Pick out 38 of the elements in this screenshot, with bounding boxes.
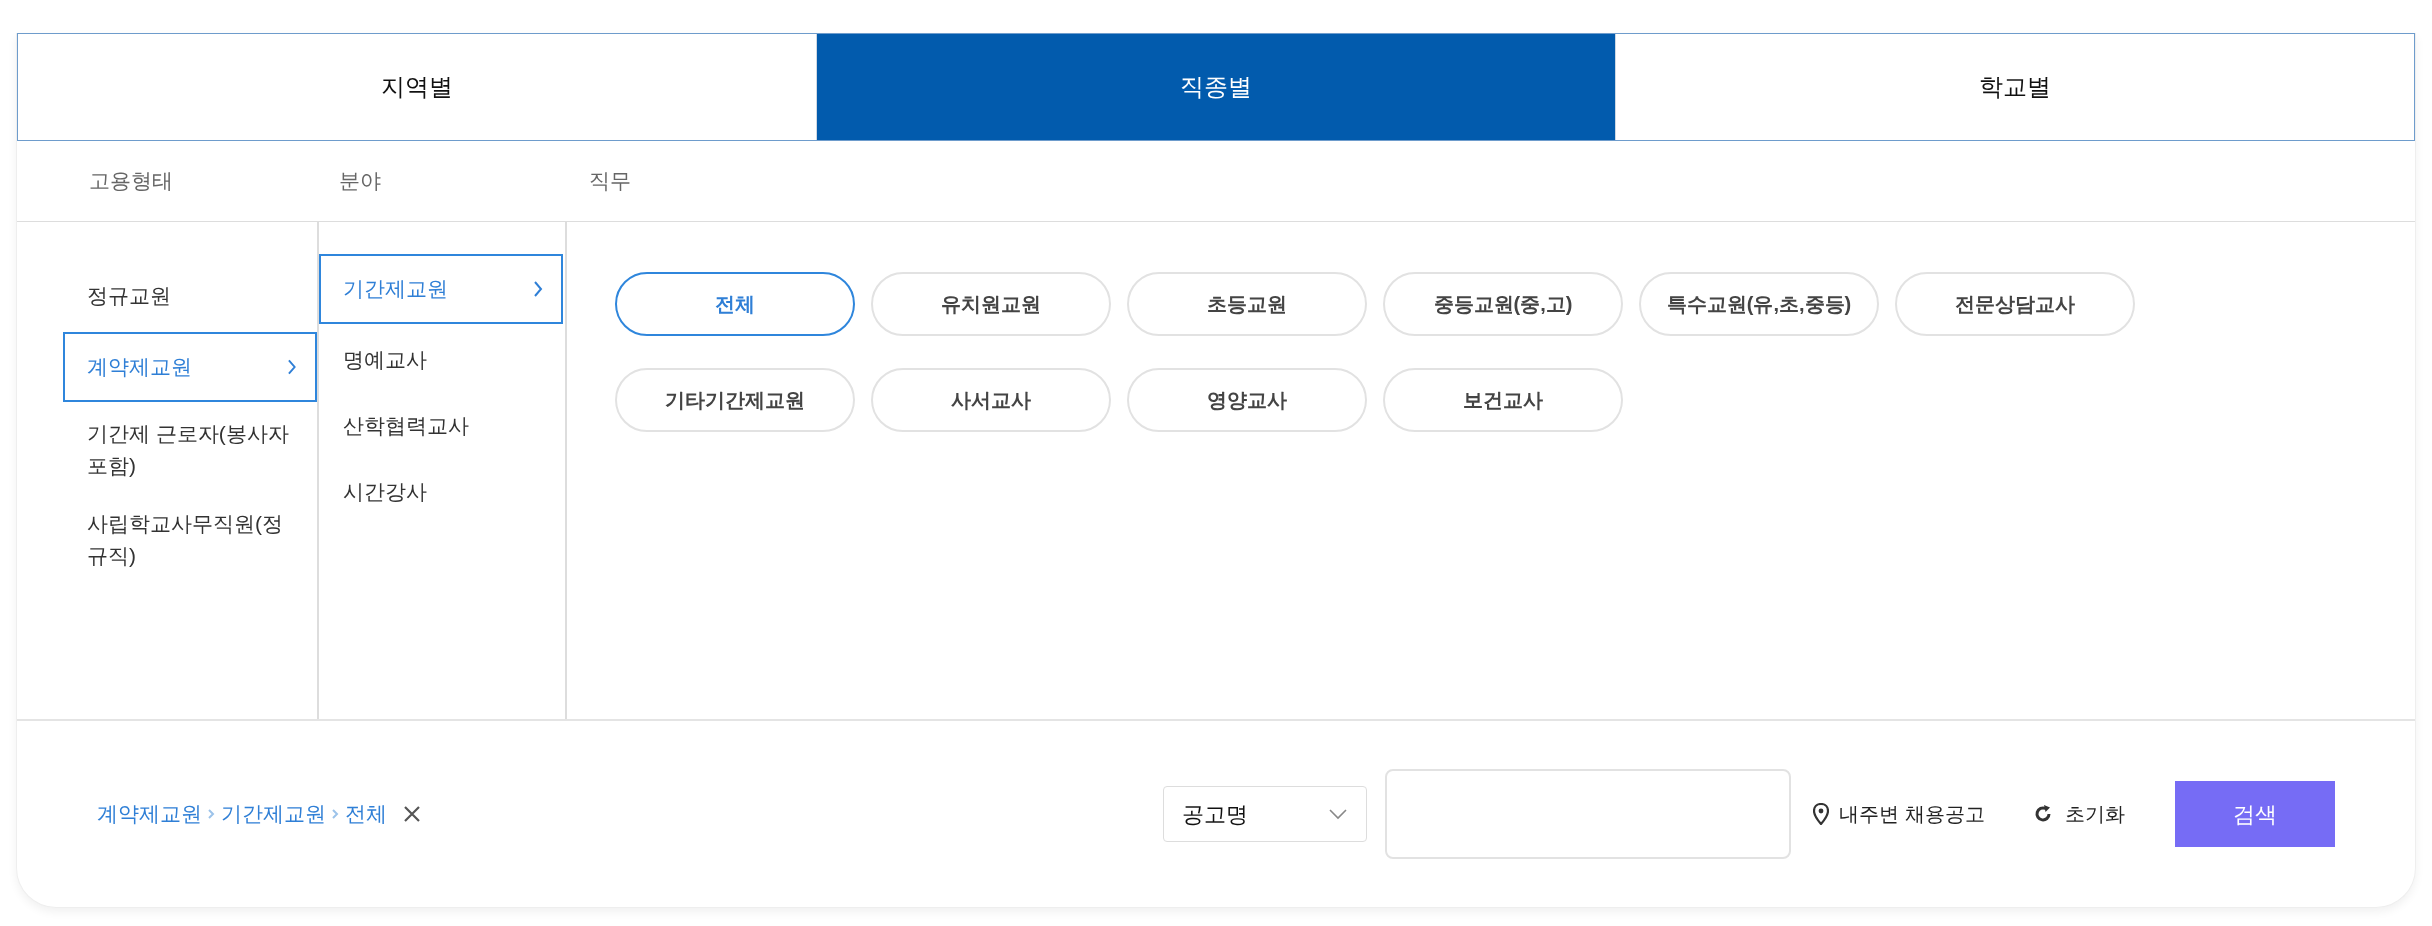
duty-chip[interactable]: 유치원교원 (871, 272, 1111, 336)
column-header: 분야 (339, 169, 381, 193)
duty-chip[interactable]: 사서교사 (871, 368, 1111, 432)
duty-chip[interactable]: 보건교사 (1383, 368, 1623, 432)
column-header: 고용형태 (89, 169, 173, 193)
breadcrumb-item: 기간제교원 (221, 801, 326, 828)
chevron-right-icon (287, 358, 297, 376)
category-item[interactable]: 계약제교원 (63, 332, 317, 402)
duty-chip[interactable]: 영양교사 (1127, 368, 1367, 432)
category-item[interactable]: 산학협력교사 (319, 396, 563, 456)
category-item[interactable]: 명예교사 (319, 330, 563, 390)
close-icon[interactable] (403, 805, 421, 823)
category-item[interactable]: 시간강사 (319, 462, 563, 522)
column-header: 직무 (589, 169, 631, 193)
reset-button[interactable]: 초기화 (2033, 799, 2125, 829)
duty-chip[interactable]: 전체 (615, 272, 855, 336)
category-item[interactable]: 기간제 근로자(봉사자 포함) (63, 408, 317, 492)
breadcrumb-item: 전체 (345, 801, 387, 828)
duty-chip[interactable]: 특수교원(유,초,중등) (1639, 272, 1879, 336)
search-button[interactable]: 검색 (2175, 781, 2335, 847)
chevron-down-icon (1328, 808, 1349, 820)
duty-chip[interactable]: 중등교원(중,고) (1383, 272, 1623, 336)
tab[interactable]: 직종별 (816, 34, 1615, 140)
search-type-dropdown[interactable]: 공고명 (1163, 786, 1368, 842)
duty-chip[interactable]: 전문상담교사 (1895, 272, 2135, 336)
category-item[interactable]: 사립학교사무직원(정규직) (63, 498, 317, 582)
duty-chip[interactable]: 초등교원 (1127, 272, 1367, 336)
refresh-icon (2033, 804, 2053, 824)
category-item[interactable]: 정규교원 (63, 266, 317, 326)
duty-chip[interactable]: 기타기간제교원 (615, 368, 855, 432)
category-item[interactable]: 기간제교원 (319, 254, 563, 324)
nearby-jobs-button[interactable]: 내주변 채용공고 (1813, 799, 1985, 829)
location-pin-icon (1813, 803, 1830, 825)
breadcrumb-item: 계약제교원 (97, 801, 202, 828)
chevron-right-icon (533, 280, 543, 298)
search-field[interactable] (1385, 769, 1792, 859)
separator-icon (332, 808, 339, 820)
separator-icon (208, 808, 215, 820)
